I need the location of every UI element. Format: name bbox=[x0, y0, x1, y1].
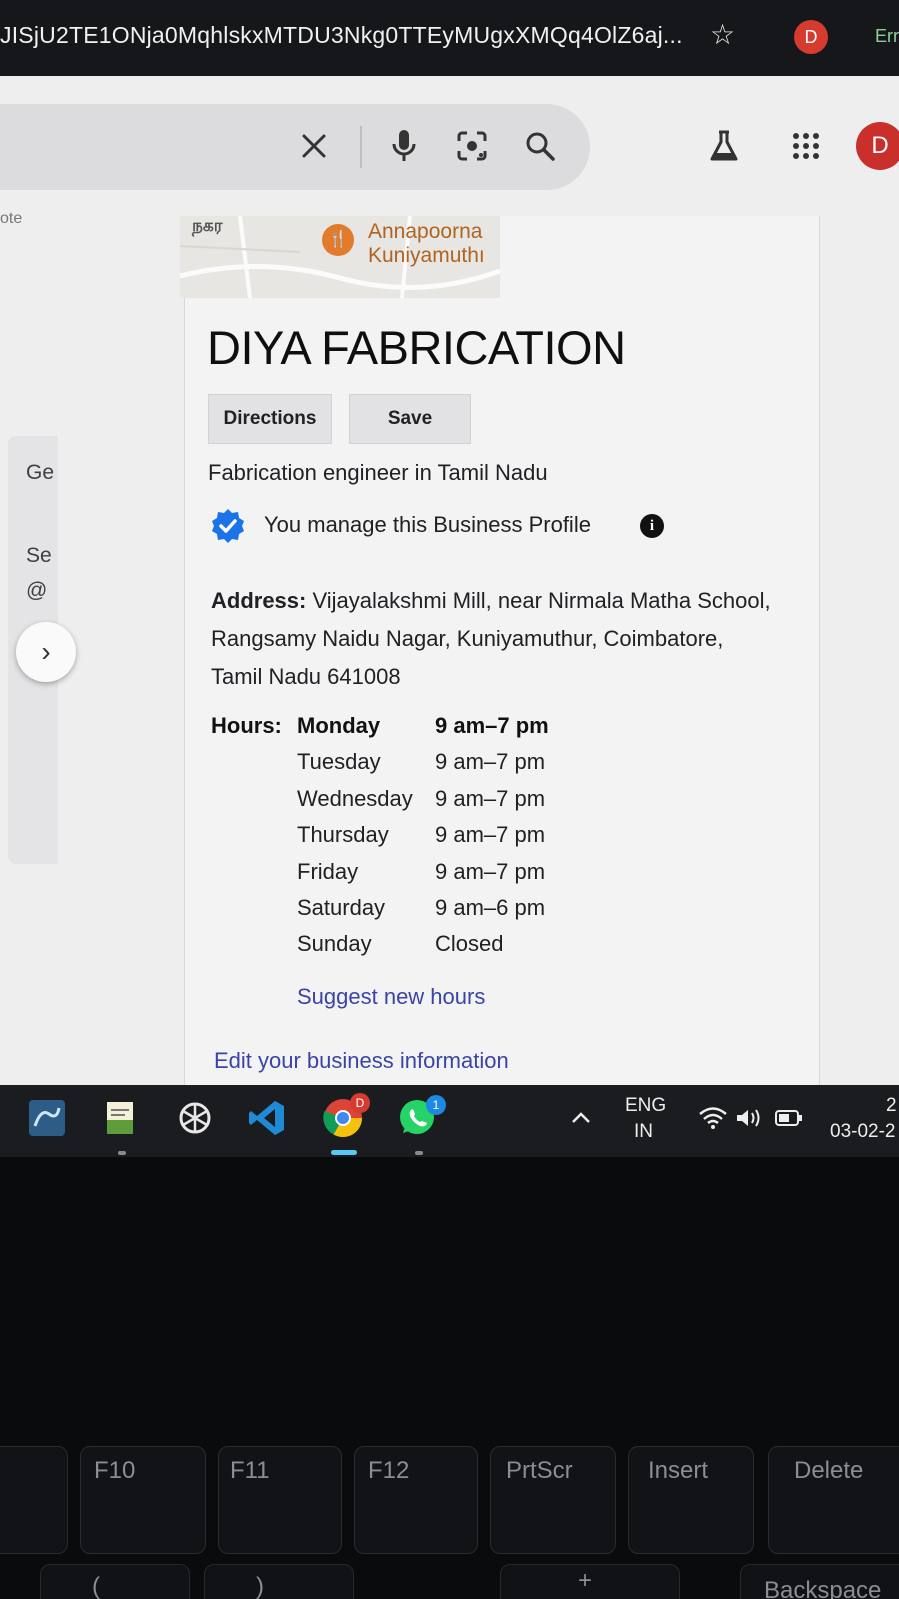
laptop-keyboard: F10 F11 F12 PrtScr Insert Delete ( ) + B… bbox=[0, 1157, 899, 1599]
keyboard-key bbox=[204, 1564, 354, 1599]
edit-business-link[interactable]: Edit your business information bbox=[214, 1048, 509, 1074]
url-text[interactable]: JISjU2TE1ONja0MqhlskxMTDU3Nkg0TTEyMUgxXM… bbox=[0, 22, 683, 49]
language-indicator[interactable]: ENG bbox=[625, 1095, 666, 1117]
verified-badge-icon bbox=[212, 509, 244, 543]
hours-time: 9 am–7 pm bbox=[435, 713, 549, 738]
hours-day: Tuesday bbox=[297, 749, 381, 774]
hours-day: Saturday bbox=[297, 895, 386, 920]
search-divider bbox=[360, 126, 362, 168]
hours-day: Thursday bbox=[297, 822, 389, 847]
key-label: Insert bbox=[648, 1457, 709, 1484]
hours-day: Monday bbox=[297, 713, 381, 738]
chatgpt-icon[interactable] bbox=[174, 1097, 216, 1139]
business-category: Fabrication engineer in Tamil Nadu bbox=[208, 460, 548, 485]
keyboard-key bbox=[0, 1446, 68, 1554]
app-icon-notepad[interactable] bbox=[100, 1097, 142, 1139]
key-label: F11 bbox=[230, 1457, 270, 1484]
hours-label: Hours: bbox=[211, 713, 282, 738]
business-title: DIYA FABRICATION bbox=[207, 321, 626, 374]
key-label: F10 bbox=[94, 1457, 136, 1484]
search-icon[interactable] bbox=[520, 126, 560, 166]
info-icon[interactable]: i bbox=[640, 514, 664, 538]
search-results-page: D ote Ge Se @ › நகர 🍴 Annapoorna Kuniyam… bbox=[0, 76, 899, 1085]
manage-profile-text: You manage this Business Profile bbox=[264, 512, 591, 537]
hours-time: 9 am–7 pm bbox=[435, 786, 546, 811]
directions-button[interactable]: Directions bbox=[208, 394, 332, 444]
chrome-profile-badge: D bbox=[350, 1093, 370, 1113]
bookmark-star-icon[interactable]: ☆ bbox=[710, 18, 735, 51]
address-label: Address: bbox=[211, 588, 307, 613]
key-label: Delete bbox=[794, 1457, 864, 1484]
restaurant-pin-icon[interactable]: 🍴 bbox=[322, 224, 354, 256]
mic-icon[interactable] bbox=[384, 126, 424, 166]
left-card-line: Ge bbox=[26, 461, 55, 484]
hours-time: 9 am–7 pm bbox=[435, 749, 546, 774]
extension-label[interactable]: Err bbox=[875, 26, 899, 47]
grid-icon[interactable] bbox=[786, 126, 826, 166]
key-label: + bbox=[578, 1567, 593, 1594]
active-app-indicator bbox=[331, 1150, 357, 1155]
browser-profile-icon[interactable]: D bbox=[794, 20, 828, 54]
hours-time: 9 am–6 pm bbox=[435, 895, 546, 920]
chevron-right-icon: › bbox=[41, 636, 51, 667]
suggest-hours-link[interactable]: Suggest new hours bbox=[297, 984, 485, 1010]
left-fragment-text: ote bbox=[0, 210, 23, 227]
map-place-name: Kuniyamuthı bbox=[368, 244, 485, 267]
save-button[interactable]: Save bbox=[349, 394, 471, 444]
clock-time[interactable]: 2 bbox=[886, 1095, 897, 1117]
clock-date[interactable]: 03-02-2 bbox=[830, 1121, 896, 1143]
flask-icon[interactable] bbox=[704, 126, 744, 166]
map-area-label: நகர bbox=[192, 216, 223, 235]
hours-day: Sunday bbox=[297, 931, 372, 956]
map-place-name: Annapoorna bbox=[368, 220, 483, 243]
key-label: ( bbox=[92, 1573, 100, 1599]
hours-time: 9 am–7 pm bbox=[435, 859, 546, 884]
whatsapp-unread-badge: 1 bbox=[426, 1095, 446, 1115]
address-block: Address: Vijayalakshmi Mill, near Nirmal… bbox=[211, 582, 771, 696]
map-thumbnail[interactable]: நகர 🍴 Annapoorna Kuniyamuthı bbox=[180, 216, 500, 298]
key-label: ) bbox=[256, 1573, 264, 1599]
vscode-icon[interactable] bbox=[246, 1097, 288, 1139]
left-card-line: @ bbox=[26, 579, 48, 602]
running-indicator bbox=[118, 1151, 126, 1155]
lens-icon[interactable] bbox=[452, 126, 492, 166]
keyboard-key bbox=[40, 1564, 190, 1599]
taskbar: D 1 ENG IN 2 03-02-2 bbox=[0, 1085, 899, 1157]
app-icon-database[interactable] bbox=[26, 1097, 68, 1139]
key-label: PrtScr bbox=[506, 1457, 573, 1484]
volume-icon[interactable] bbox=[728, 1097, 770, 1139]
left-card-line: Se bbox=[26, 544, 52, 567]
account-avatar[interactable]: D bbox=[856, 122, 899, 170]
chevron-up-icon[interactable] bbox=[560, 1097, 602, 1139]
hours-time: Closed bbox=[435, 931, 504, 956]
hours-time: 9 am–7 pm bbox=[435, 822, 546, 847]
hours-day: Wednesday bbox=[297, 786, 413, 811]
browser-url-bar[interactable]: JISjU2TE1ONja0MqhlskxMTDU3Nkg0TTEyMUgxXM… bbox=[0, 0, 899, 76]
running-indicator bbox=[415, 1151, 423, 1155]
key-label: F12 bbox=[368, 1457, 410, 1484]
key-label: Backspace bbox=[764, 1577, 882, 1599]
next-arrow-button[interactable]: › bbox=[16, 622, 76, 682]
hours-day: Friday bbox=[297, 859, 359, 884]
language-region[interactable]: IN bbox=[634, 1121, 653, 1143]
battery-icon[interactable] bbox=[768, 1097, 810, 1139]
close-icon[interactable] bbox=[294, 126, 334, 166]
